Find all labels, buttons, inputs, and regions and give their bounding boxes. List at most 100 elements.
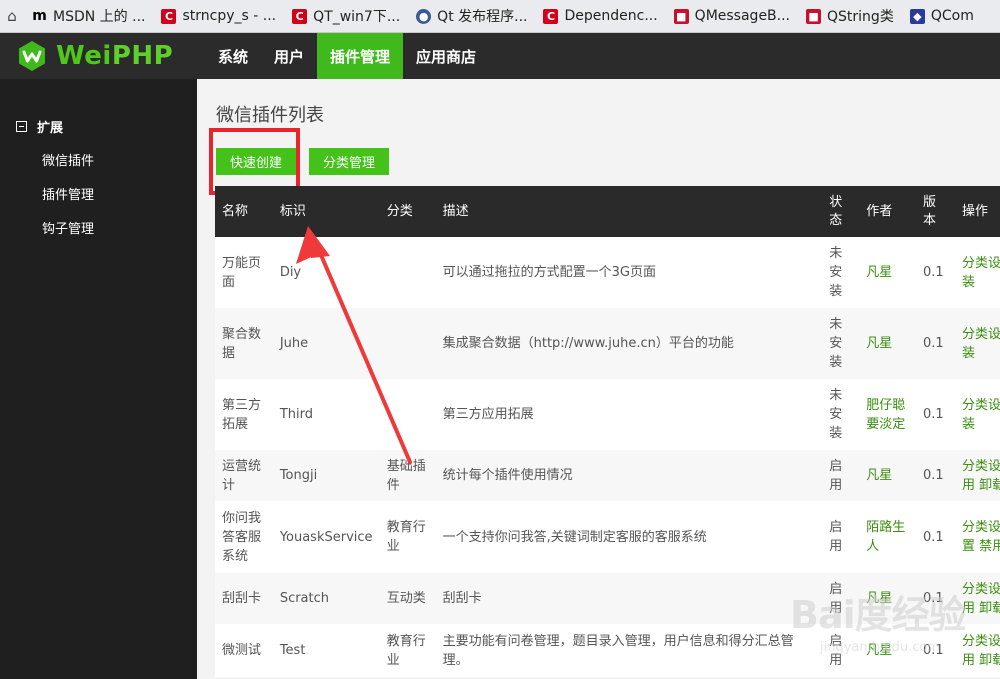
bookmark-item[interactable]: C QT_win7下... xyxy=(284,0,408,32)
nav-app-store[interactable]: 应用商店 xyxy=(403,33,489,79)
main-content: 微信插件列表 快速创建 分类管理 名称 标识 分类 描述 状态 作者 版本 操作… xyxy=(197,79,1000,679)
cell-author[interactable]: 肥仔聪要淡定 xyxy=(859,379,916,450)
cell-name: 万能页面 xyxy=(222,255,262,290)
sidebar-item-hook-management[interactable]: 钩子管理 xyxy=(42,210,197,244)
cell-id: Test xyxy=(279,643,306,658)
bookmarks-bar: ⌂ m MSDN 上的 ... C strncpy_s - ... C QT_w… xyxy=(0,0,1000,33)
category-setting-link[interactable]: 分类设 xyxy=(962,518,1000,537)
top-nav: WeiPHP 系统 用户 插件管理 应用商店 xyxy=(0,33,1000,79)
qcom-icon: ◆ xyxy=(909,8,925,24)
plugin-table: 名称 标识 分类 描述 状态 作者 版本 操作 万能页面 Diy 可以通过拖拉的方式… xyxy=(215,186,1000,677)
cell-category xyxy=(380,237,436,308)
cell-actions: 分类设置 禁用 xyxy=(955,501,1000,573)
cell-version: 0.1 xyxy=(923,643,944,658)
bookmark-label: QMessageB... xyxy=(694,8,791,24)
action-link[interactable]: 用 卸载 xyxy=(962,599,1000,618)
cell-actions: 分类设用 卸载 xyxy=(955,573,1000,624)
bookmark-item[interactable]: m MSDN 上的 ... xyxy=(24,0,153,32)
table-row: 你问我答客服系统 YouaskService 教育行业 一个支持你问我答,关键词制定客… xyxy=(215,501,1000,573)
category-setting-link[interactable]: 分类设 xyxy=(962,254,1000,273)
col-header-status: 状态 xyxy=(829,194,843,228)
table-row: 聚合数据 Juhe 集成聚合数据（http://www.juhe.cn）平台的功能 未… xyxy=(215,308,1000,379)
category-setting-link[interactable]: 分类设 xyxy=(962,396,1000,415)
cell-actions: 分类设装 xyxy=(955,308,1000,379)
sidebar-group-label: 扩展 xyxy=(37,121,64,136)
col-header-name: 名称 xyxy=(222,203,249,219)
cell-desc: 统计每个插件使用情况 xyxy=(442,468,573,483)
bookmark-item[interactable]: C Dependenc... xyxy=(535,0,665,32)
bookmark-item[interactable]: ■ QMessageB... xyxy=(666,0,798,32)
msdn-icon: m xyxy=(32,8,47,24)
action-link[interactable]: 置 禁用 xyxy=(962,537,1000,556)
nav-users[interactable]: 用户 xyxy=(261,33,317,79)
action-link[interactable]: 装 xyxy=(962,415,1000,434)
weiphp-hexagon-icon xyxy=(19,41,45,71)
table-row: 微测试 Test 教育行业 主要功能有问卷管理，题目录入管理，用户信息和得分汇总管理。… xyxy=(215,624,1000,677)
cell-id: Diy xyxy=(279,265,302,280)
category-setting-link[interactable]: 分类设 xyxy=(962,580,1000,599)
nav-plugin-management[interactable]: 插件管理 xyxy=(317,33,404,79)
kuxun-icon: ■ xyxy=(806,8,822,24)
cell-status: 启用 xyxy=(829,458,843,493)
cell-id: YouaskService xyxy=(279,529,373,545)
action-link[interactable]: 装 xyxy=(962,344,1000,363)
cell-desc: 刮刮卡 xyxy=(442,591,482,606)
sidebar-item-wechat-plugins[interactable]: 微信插件 xyxy=(42,142,197,176)
sidebar-item-plugin-management[interactable]: 插件管理 xyxy=(42,176,197,210)
category-setting-link[interactable]: 分类设 xyxy=(962,457,1000,476)
home-icon[interactable]: ⌂ xyxy=(0,0,24,32)
action-link[interactable]: 用 卸载 xyxy=(962,651,1000,670)
bookmark-item[interactable]: ● Qt 发布程序... xyxy=(408,0,535,32)
action-link[interactable]: 装 xyxy=(962,273,1000,292)
weiphp-logo[interactable]: WeiPHP xyxy=(0,33,205,79)
cell-name: 运营统计 xyxy=(222,458,262,493)
bookmark-item[interactable]: ◆ QCom xyxy=(902,0,982,32)
cell-author[interactable]: 凡星 xyxy=(859,573,916,624)
cell-category: 基础插件 xyxy=(386,458,426,493)
collapse-icon xyxy=(16,121,27,132)
cell-author[interactable]: 凡星 xyxy=(859,237,916,308)
cell-version: 0.1 xyxy=(923,407,944,422)
cell-id: Tongji xyxy=(279,468,318,483)
cell-version: 0.1 xyxy=(923,468,944,483)
category-setting-link[interactable]: 分类设 xyxy=(962,325,1000,344)
cell-actions: 分类设用 卸载 xyxy=(955,624,1000,677)
kuxun-icon: ■ xyxy=(673,8,689,24)
cell-version: 0.1 xyxy=(923,591,944,606)
brand-php: PHP xyxy=(111,41,174,71)
col-header-id: 标识 xyxy=(279,203,306,219)
qt-icon: ● xyxy=(416,8,432,24)
cell-name: 刮刮卡 xyxy=(222,591,262,606)
bookmark-label: Qt 发布程序... xyxy=(437,9,528,25)
cell-actions: 分类设装 xyxy=(955,379,1000,450)
sidebar-group-extensions[interactable]: 扩展 xyxy=(16,117,197,136)
cell-id: Scratch xyxy=(279,591,330,606)
col-header-category: 分类 xyxy=(386,203,413,219)
brand-name: WeiPHP xyxy=(56,41,173,71)
bookmark-label: strncpy_s - ... xyxy=(182,8,277,24)
nav-system[interactable]: 系统 xyxy=(205,33,261,79)
cell-author[interactable]: 凡星 xyxy=(859,308,916,379)
cell-status: 未安装 xyxy=(829,317,843,370)
cell-status: 启用 xyxy=(829,581,843,616)
csdn-icon: C xyxy=(543,8,559,24)
cell-status: 启用 xyxy=(829,633,843,668)
cell-author[interactable]: 凡星 xyxy=(859,450,916,501)
cell-category: 教育行业 xyxy=(386,633,426,668)
action-link[interactable]: 用 卸载 xyxy=(962,476,1000,495)
bookmark-label: QCom xyxy=(930,8,974,24)
cell-author[interactable]: 凡星 xyxy=(859,624,916,677)
category-setting-link[interactable]: 分类设 xyxy=(962,632,1000,651)
cell-category xyxy=(380,308,436,379)
highlight-box xyxy=(209,128,300,195)
cell-version: 0.1 xyxy=(923,529,944,545)
cell-desc: 集成聚合数据（http://www.juhe.cn）平台的功能 xyxy=(442,336,734,351)
bookmark-item[interactable]: C strncpy_s - ... xyxy=(153,0,284,32)
col-header-op: 操作 xyxy=(961,203,988,219)
cell-id: Juhe xyxy=(279,336,309,351)
category-manage-button[interactable]: 分类管理 xyxy=(309,148,390,175)
cell-actions: 分类设用 卸载 xyxy=(955,450,1000,501)
cell-author[interactable]: 陌路生人 xyxy=(859,501,916,573)
cell-desc: 第三方应用拓展 xyxy=(442,407,534,422)
bookmark-item[interactable]: ■ QString类 xyxy=(798,0,902,32)
